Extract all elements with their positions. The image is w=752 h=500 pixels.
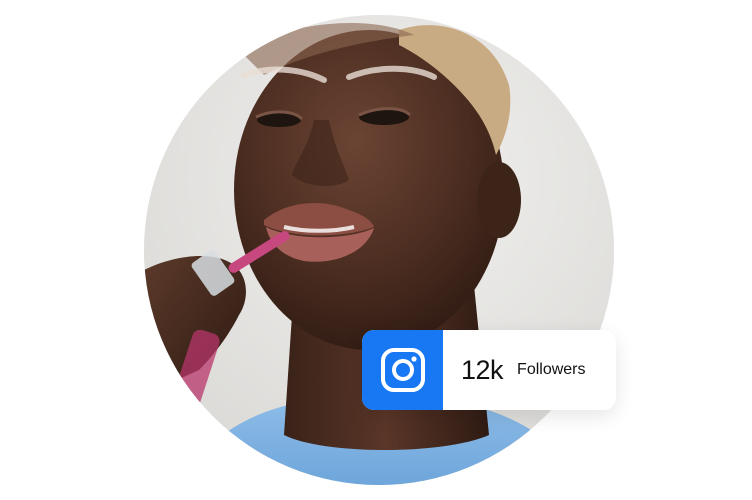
ear xyxy=(477,162,521,238)
followers-label: Followers xyxy=(517,361,586,378)
follower-count: 12k xyxy=(461,354,504,385)
badge-text: 12k Followers xyxy=(443,330,586,410)
instagram-followers-badge: 12k Followers xyxy=(362,330,616,410)
instagram-icon-box xyxy=(362,330,443,410)
profile-photo xyxy=(144,15,614,485)
stage: 12k Followers xyxy=(0,0,752,500)
instagram-icon xyxy=(380,348,425,392)
portrait-illustration xyxy=(144,15,614,485)
